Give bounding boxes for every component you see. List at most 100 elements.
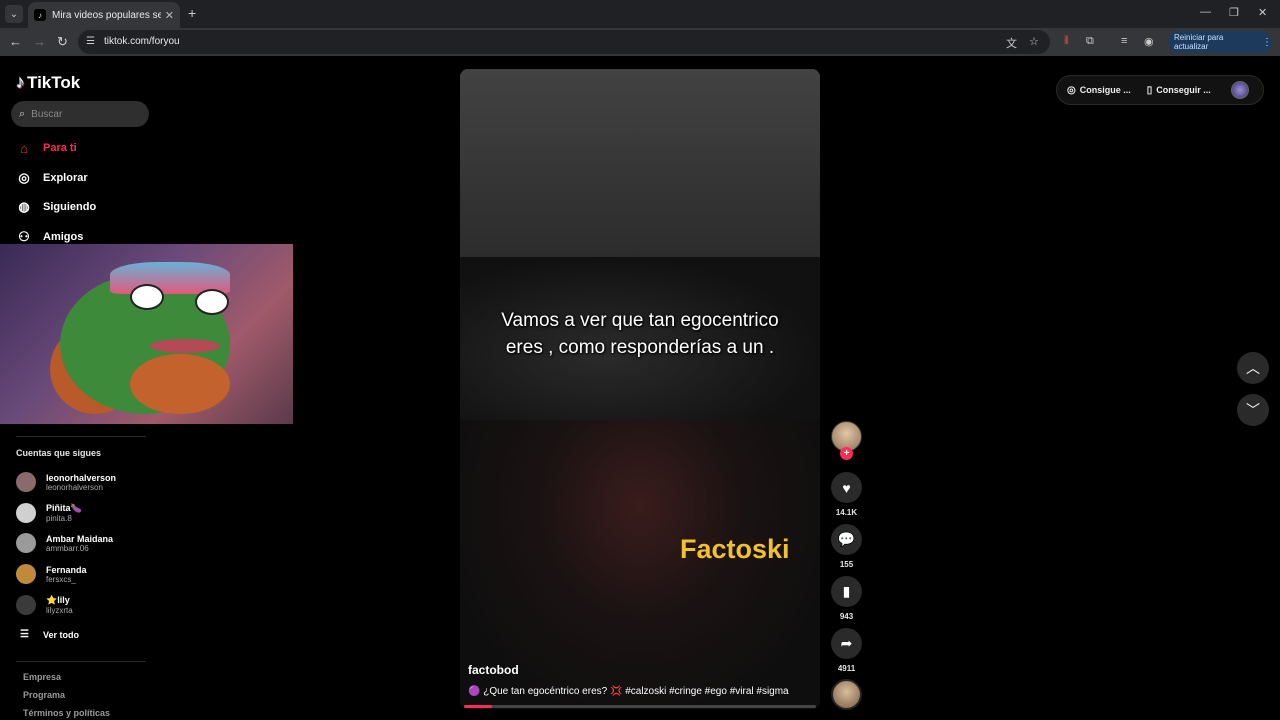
comment-button[interactable]: 💬 bbox=[831, 524, 862, 555]
nav-label: Siguiendo bbox=[43, 201, 97, 213]
video-caption-overlay: Vamos a ver que tan egocentrico eres , c… bbox=[501, 310, 779, 358]
avatar bbox=[16, 564, 36, 584]
tab-title: Mira videos populares seleccionados bbox=[52, 9, 161, 21]
tiktok-note-icon: ♪ bbox=[16, 72, 25, 92]
account-name: Piñita🍆 bbox=[46, 503, 82, 513]
avatar bbox=[16, 472, 36, 492]
extension-icon[interactable]: ⦀ bbox=[1064, 35, 1069, 48]
previous-video-button[interactable]: ︿ bbox=[1237, 352, 1269, 384]
footer-link-empresa[interactable]: Empresa bbox=[23, 672, 61, 682]
music-disc[interactable] bbox=[831, 679, 862, 710]
get-app-button[interactable]: ▯ Conseguir ... bbox=[1147, 85, 1211, 96]
restart-update-button[interactable]: Reiniciar para actualizar ⋮ bbox=[1168, 31, 1272, 53]
nav-siguiendo[interactable]: ◍ Siguiendo bbox=[15, 198, 96, 216]
restore-button[interactable]: ❐ bbox=[1229, 6, 1239, 19]
tiktok-favicon-icon: ♪ bbox=[34, 9, 46, 21]
top-right-actions: ◎ Consigue ... ▯ Conseguir ... bbox=[1056, 75, 1264, 105]
tiktok-logo[interactable]: ♪ TikTok bbox=[16, 72, 80, 93]
account-name: ⭐lily bbox=[46, 595, 70, 605]
avatar bbox=[16, 595, 36, 615]
follow-plus-icon[interactable]: + bbox=[840, 447, 853, 460]
search-box[interactable]: ⌕ bbox=[11, 101, 149, 127]
video-frame-top bbox=[460, 69, 820, 257]
see-all-button[interactable]: ☰ Ver todo bbox=[20, 629, 79, 640]
pip-shape bbox=[130, 284, 164, 310]
nav-label: Explorar bbox=[43, 172, 88, 184]
video-progress-bar[interactable] bbox=[464, 705, 816, 708]
address-bar[interactable]: ☰ tiktok.com/foryou 文 ☆ bbox=[78, 30, 1050, 54]
tab-list-button[interactable]: ⌄ bbox=[5, 5, 23, 23]
bookmark-star-icon[interactable]: ☆ bbox=[1029, 35, 1039, 48]
nav-label: Para ti bbox=[43, 142, 77, 154]
save-button[interactable]: ▮ bbox=[831, 576, 862, 607]
get-coins-button[interactable]: ◎ Consigue ... bbox=[1067, 85, 1131, 96]
new-tab-button[interactable]: + bbox=[188, 5, 196, 21]
browser-tab[interactable]: ♪ Mira videos populares seleccionados ✕ bbox=[28, 2, 180, 28]
extensions-puzzle-icon[interactable]: ⧉ bbox=[1086, 35, 1094, 48]
account-item[interactable]: Piñita🍆 pinita.8 bbox=[16, 503, 82, 523]
minimize-button[interactable]: — bbox=[1200, 6, 1211, 18]
video-description[interactable]: 🟣 ¿Que tan egocéntrico eres? 💢 #calzoski… bbox=[468, 686, 789, 697]
account-item[interactable]: leonorhalverson leonorhalverson bbox=[16, 472, 116, 492]
coin-icon: ◎ bbox=[1067, 84, 1076, 96]
pip-shape bbox=[195, 289, 229, 315]
reload-icon[interactable]: ↻ bbox=[57, 34, 68, 50]
account-handle: ammbarr.06 bbox=[46, 543, 89, 553]
next-video-button[interactable]: ﹀ bbox=[1237, 394, 1269, 426]
translate-icon[interactable]: 文 bbox=[1006, 35, 1017, 51]
comment-icon: 💬 bbox=[837, 531, 856, 547]
site-info-icon[interactable]: ☰ bbox=[86, 36, 95, 47]
like-button[interactable]: ♥ bbox=[831, 472, 862, 503]
video-author[interactable]: factobod bbox=[468, 663, 519, 677]
browser-tab-bar: ⌄ ♪ Mira videos populares seleccionados … bbox=[0, 0, 1280, 28]
footer-link-terminos[interactable]: Términos y políticas bbox=[23, 708, 110, 718]
account-name: leonorhalverson bbox=[46, 472, 117, 483]
account-handle: leonorhalverson bbox=[46, 482, 103, 492]
account-item[interactable]: Fernanda fersxcs_ bbox=[16, 564, 87, 584]
comment-count: 155 bbox=[839, 560, 854, 569]
browser-toolbar: ← → ↻ ☰ tiktok.com/foryou 文 ☆ ⦀ ⧉ ≡ ◉ Re… bbox=[0, 28, 1280, 56]
share-count: 4911 bbox=[837, 664, 856, 673]
bookmark-icon: ▮ bbox=[842, 583, 851, 599]
account-handle: pinita.8 bbox=[46, 514, 72, 523]
share-button[interactable]: ➦ bbox=[831, 628, 862, 659]
tab-close-icon[interactable]: ✕ bbox=[165, 9, 174, 22]
get-app-label: Conseguir ... bbox=[1156, 85, 1211, 95]
more-menu-icon[interactable]: ⋮ bbox=[1262, 37, 1272, 48]
logo-text: TikTok bbox=[27, 72, 81, 92]
divider bbox=[16, 436, 146, 437]
chevron-up-icon: ︿ bbox=[1246, 360, 1260, 376]
nav-explorar[interactable]: ◎ Explorar bbox=[15, 169, 88, 187]
save-count: 943 bbox=[839, 612, 854, 621]
forward-icon[interactable]: → bbox=[33, 34, 46, 49]
nav-para-ti[interactable]: ⌂ Para ti bbox=[15, 139, 77, 157]
see-all-label: Ver todo bbox=[42, 629, 79, 640]
avatar bbox=[16, 503, 36, 523]
share-icon: ➦ bbox=[840, 635, 853, 651]
video-watermark: Factoski bbox=[680, 534, 790, 564]
close-window-button[interactable]: ✕ bbox=[1258, 6, 1267, 19]
account-handle: fersxcs_ bbox=[46, 574, 76, 584]
pip-shape bbox=[150, 339, 220, 353]
picture-in-picture-video[interactable] bbox=[0, 244, 293, 424]
search-input[interactable] bbox=[31, 108, 132, 120]
account-name: Fernanda bbox=[46, 564, 87, 575]
account-item[interactable]: ⭐lily lilyzxrta bbox=[16, 595, 73, 615]
account-item[interactable]: Ambar Maidana ammbarr.06 bbox=[16, 533, 113, 553]
back-icon[interactable]: ← bbox=[9, 34, 22, 49]
url-text[interactable]: tiktok.com/foryou bbox=[104, 36, 180, 47]
restart-label: Reiniciar para actualizar bbox=[1174, 33, 1224, 51]
user-avatar[interactable] bbox=[1230, 81, 1249, 99]
compass-icon: ◎ bbox=[18, 170, 30, 185]
like-count: 14.1K bbox=[835, 508, 858, 517]
chevron-down-icon: ﹀ bbox=[1246, 402, 1260, 418]
following-section-title: Cuentas que sigues bbox=[16, 448, 102, 458]
reading-list-icon[interactable]: ≡ bbox=[1121, 35, 1127, 47]
home-icon: ⌂ bbox=[20, 140, 28, 156]
heart-icon: ♥ bbox=[842, 479, 851, 496]
footer-link-programa[interactable]: Programa bbox=[23, 690, 65, 700]
pip-shape bbox=[130, 354, 230, 414]
video-player[interactable]: Vamos a ver que tan egocentrico eres , c… bbox=[460, 69, 820, 709]
phone-icon: ▯ bbox=[1146, 84, 1153, 96]
profile-avatar-icon[interactable]: ◉ bbox=[1144, 35, 1154, 48]
